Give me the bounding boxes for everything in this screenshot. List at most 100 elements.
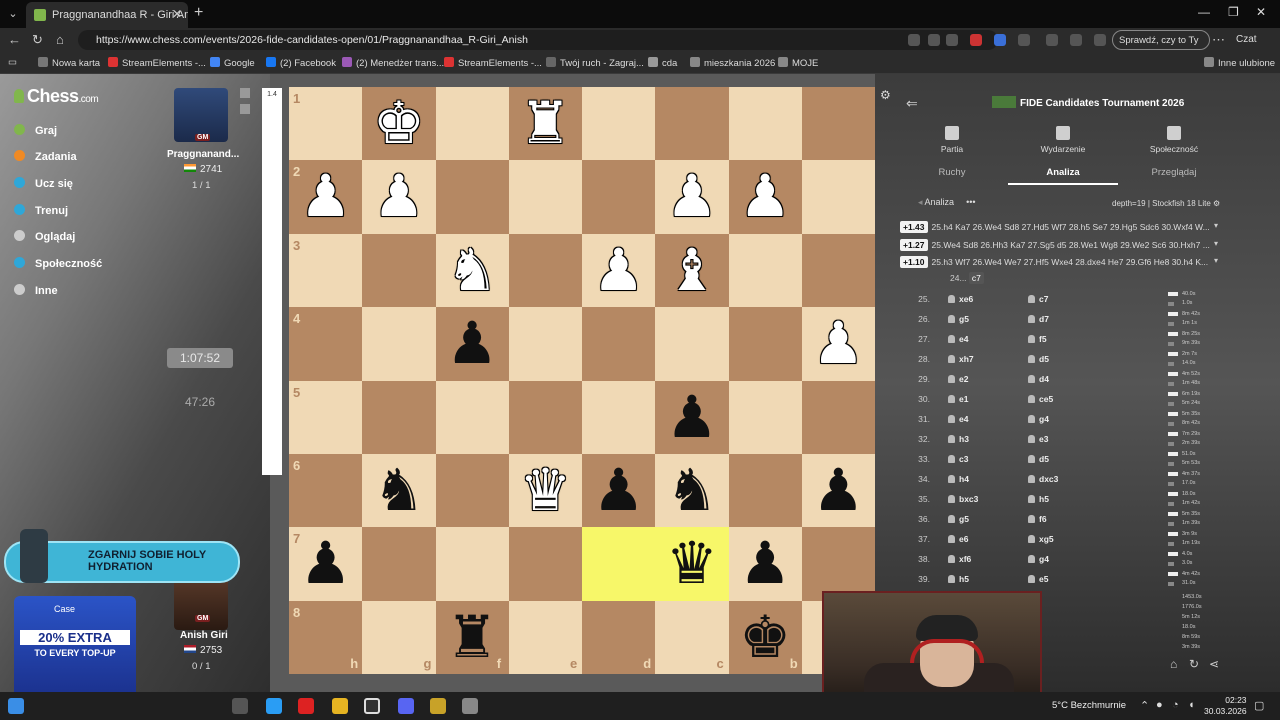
white-move[interactable]: g5 xyxy=(948,514,969,524)
sidebar-item-watch[interactable]: Oglądaj xyxy=(14,230,75,243)
black-move[interactable]: f6 xyxy=(1028,514,1047,524)
sidebar-item-puzzles[interactable]: Zadania xyxy=(14,150,77,163)
square-a1[interactable] xyxy=(801,87,875,161)
sidebar-item-more[interactable]: Inne xyxy=(14,284,58,297)
white-move[interactable]: c3 xyxy=(948,454,968,464)
square-e3[interactable] xyxy=(508,233,582,308)
task-view-icon[interactable] xyxy=(232,698,248,714)
piece-black-g6[interactable]: ♞ xyxy=(362,454,435,527)
square-a5[interactable] xyxy=(801,380,875,454)
square-d5[interactable] xyxy=(582,380,656,454)
engine-line-1[interactable]: +1.43 25.h4 Ka7 26.We4 Sd8 27.Hd5 Wf7 28.… xyxy=(900,221,1222,233)
file-explorer-icon[interactable] xyxy=(332,698,348,714)
bookmark-4[interactable]: (2) Menedżer trans... xyxy=(342,57,444,69)
white-move[interactable]: xf6 xyxy=(948,554,971,564)
bookmark-8[interactable]: mieszkania 2026 xyxy=(690,57,775,69)
square-a2[interactable] xyxy=(801,160,875,234)
square-a3[interactable] xyxy=(801,233,875,308)
piece-black-f4[interactable]: ♟ xyxy=(436,307,509,380)
ad-banner-hydration[interactable]: ZGARNIJ SOBIE HOLY HYDRATION xyxy=(4,529,240,583)
piece-white-e6[interactable]: ♛ xyxy=(509,454,582,527)
black-move[interactable]: g4 xyxy=(1028,554,1049,564)
square-e7[interactable] xyxy=(508,527,582,601)
square-b6[interactable] xyxy=(728,453,802,528)
opera-icon[interactable] xyxy=(298,698,314,714)
chessboard[interactable]: 12345678hgfedcba♚♜♟♟♟♟♞♟♝♟♟♟♞♛♟♞♟♟♛♟♜♚ xyxy=(289,87,875,675)
square-d2[interactable] xyxy=(582,160,656,234)
library-icon[interactable]: ⌂ xyxy=(1170,657,1177,671)
square-c4[interactable] xyxy=(655,307,729,381)
bookmark-3[interactable]: (2) Facebook xyxy=(266,57,336,69)
black-move[interactable]: g4 xyxy=(1028,414,1049,424)
black-move[interactable]: e3 xyxy=(1028,434,1048,444)
piece-white-f3[interactable]: ♞ xyxy=(436,234,509,307)
square-g5[interactable] xyxy=(362,380,436,454)
current-move[interactable]: 24... c7 xyxy=(950,272,984,284)
wifi-icon[interactable]: ◔ xyxy=(1172,699,1179,711)
analysis-toggle[interactable]: ◂ Analiza ••• xyxy=(918,197,976,208)
white-move[interactable]: e2 xyxy=(948,374,968,384)
read-aloud-icon[interactable] xyxy=(928,34,940,46)
white-move[interactable]: g5 xyxy=(948,314,969,324)
share-icon[interactable]: ⋖ xyxy=(1209,657,1219,671)
bookmark-2[interactable]: Google xyxy=(210,57,255,69)
bookmark-0[interactable]: Nowa karta xyxy=(38,57,100,69)
square-b1[interactable] xyxy=(728,87,802,161)
square-e2[interactable] xyxy=(508,160,582,234)
white-move[interactable]: h5 xyxy=(948,574,969,584)
square-c1[interactable] xyxy=(655,87,729,161)
other-bookmarks[interactable]: Inne ulubione xyxy=(1204,57,1275,69)
square-g3[interactable] xyxy=(362,233,436,308)
piece-black-b7[interactable]: ♟ xyxy=(729,527,802,600)
white-move[interactable]: xe6 xyxy=(948,294,973,304)
piece-white-d3[interactable]: ♟ xyxy=(582,234,655,307)
flip-board-icon[interactable]: ↻ xyxy=(1189,657,1199,671)
black-move[interactable]: f5 xyxy=(1028,334,1047,344)
piece-black-a6[interactable]: ♟ xyxy=(802,454,875,527)
favorites-icon[interactable] xyxy=(1070,34,1082,46)
tray-arrow-icon[interactable]: ⌃ xyxy=(1140,699,1149,712)
white-move[interactable]: e1 xyxy=(948,394,968,404)
tab-explore[interactable]: Przeglądaj xyxy=(1119,167,1229,178)
tab-dropdown-icon[interactable]: ⌄ xyxy=(4,5,22,23)
black-move[interactable]: dxc3 xyxy=(1028,474,1058,484)
white-move[interactable]: bxc3 xyxy=(948,494,978,504)
sidebar-toggle-icon[interactable]: ▭ xyxy=(8,57,17,68)
square-a7[interactable] xyxy=(801,527,875,601)
start-icon[interactable] xyxy=(8,698,24,714)
player-top-name[interactable]: Praggnanand... xyxy=(167,149,239,160)
black-move[interactable]: ce5 xyxy=(1028,394,1053,404)
new-tab-icon[interactable]: + xyxy=(194,4,203,22)
white-move[interactable]: xh7 xyxy=(948,354,974,364)
bookmark-5[interactable]: StreamElements -... xyxy=(444,57,542,69)
weather-widget[interactable]: 5°C Bezchmurnie xyxy=(1052,700,1126,711)
white-move[interactable]: h3 xyxy=(948,434,969,444)
square-f6[interactable] xyxy=(435,453,509,528)
profile-check-button[interactable]: Sprawdź, czy to Ty xyxy=(1112,30,1210,50)
tab-moves[interactable]: Ruchy xyxy=(897,167,1007,178)
square-b5[interactable] xyxy=(728,380,802,454)
square-b4[interactable] xyxy=(728,307,802,381)
piece-black-c6[interactable]: ♞ xyxy=(655,454,728,527)
close-window-icon[interactable]: ✕ xyxy=(1256,5,1266,19)
tab-analysis[interactable]: Analiza xyxy=(1008,167,1118,178)
piece-black-c5[interactable]: ♟ xyxy=(655,381,728,454)
piece-white-c2[interactable]: ♟ xyxy=(655,160,728,233)
tournament-title[interactable]: FIDE Candidates Tournament 2026 xyxy=(992,96,1184,109)
adblock-icon[interactable] xyxy=(970,34,982,46)
square-g4[interactable] xyxy=(362,307,436,381)
square-b3[interactable] xyxy=(728,233,802,308)
white-move[interactable]: e6 xyxy=(948,534,968,544)
discord-icon[interactable] xyxy=(398,698,414,714)
square-f2[interactable] xyxy=(435,160,509,234)
extension-blue-icon[interactable] xyxy=(994,34,1006,46)
piece-white-c3[interactable]: ♝ xyxy=(655,234,728,307)
back-icon[interactable]: ← xyxy=(8,32,21,47)
square-d1[interactable] xyxy=(582,87,656,161)
square-f7[interactable] xyxy=(435,527,509,601)
sidebar-item-train[interactable]: Trenuj xyxy=(14,204,68,217)
bookmark-9[interactable]: MOJE xyxy=(778,57,818,69)
reader-icon[interactable] xyxy=(908,34,920,46)
tab-event[interactable]: Wydarzenie xyxy=(1023,126,1103,154)
piece-black-f8[interactable]: ♜ xyxy=(436,601,509,674)
